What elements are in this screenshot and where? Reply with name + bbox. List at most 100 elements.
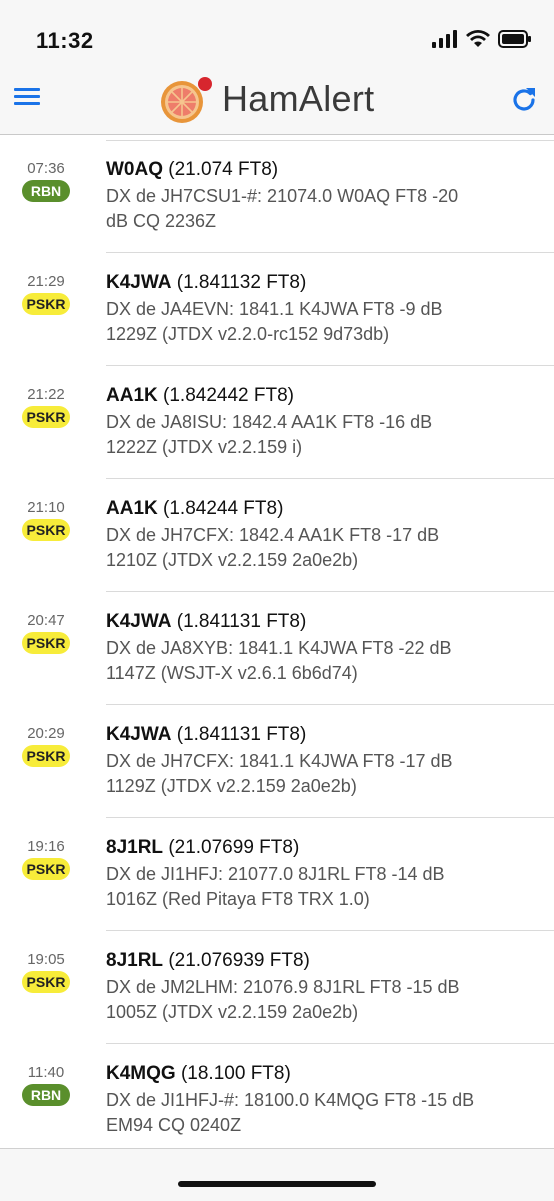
app-title: HamAlert	[222, 78, 375, 119]
spot-time: 20:29	[27, 725, 65, 742]
spot-frequency: (1.841132 FT8)	[176, 272, 307, 293]
spot-time: 19:05	[27, 951, 65, 968]
spot-frequency: (1.842442 FT8)	[163, 385, 294, 406]
spot-description-line: 1222Z (JTDX v2.2.159 i)	[106, 437, 303, 457]
spot-callsign: AA1K	[106, 498, 158, 519]
spot-frequency: (21.076939 FT8)	[168, 950, 310, 971]
source-badge: PSKR	[22, 745, 70, 767]
spot-description-line: DX de JA4EVN: 1841.1 K4JWA FT8 -9 dB	[106, 299, 443, 319]
spot-row[interactable]: 20:47 PSKR K4JWA (1.841131 FT8) DX de JA8XY…	[22, 592, 554, 705]
spot-headline: W0AQ (21.074 FT8)	[106, 158, 544, 182]
spot-callsign: AA1K	[106, 385, 158, 406]
status-icons	[432, 30, 532, 48]
spot-row[interactable]: 11:40 RBN K4MQG (18.100 FT8) DX de JI1HFJ-#…	[22, 1044, 554, 1156]
source-badge: PSKR	[22, 971, 70, 993]
cellular-signal-icon	[432, 30, 457, 48]
spot-body: K4JWA (1.841131 FT8) DX de JH7CFX: 1841.1…	[106, 723, 544, 799]
spot-list: 07:36 RBN W0AQ (21.074 FT8) DX de JH7CSU1-#…	[0, 140, 554, 1156]
spot-description-line: EM94 CQ 0240Z	[106, 1115, 242, 1135]
spot-time: 21:10	[27, 499, 65, 516]
spot-time: 07:36	[27, 160, 65, 177]
spot-headline: K4JWA (1.841131 FT8)	[106, 610, 544, 634]
spot-time: 20:47	[27, 612, 65, 629]
spot-time: 21:29	[27, 273, 65, 290]
spot-body: K4JWA (1.841131 FT8) DX de JA8XYB: 1841.1…	[106, 610, 544, 686]
spot-headline: 8J1RL (21.07699 FT8)	[106, 836, 544, 860]
spot-meta: 19:05 PSKR	[0, 951, 106, 993]
spot-row[interactable]: 07:36 RBN W0AQ (21.074 FT8) DX de JH7CSU1-#…	[22, 140, 554, 253]
nav-bar: HamAlert	[0, 66, 554, 135]
battery-icon	[498, 30, 531, 48]
spot-description-line: 1210Z (JTDX v2.2.159 2a0e2b)	[106, 550, 359, 570]
spot-description: DX de JH7CSU1-#: 21074.0 W0AQ FT8 -20 dB …	[106, 184, 544, 234]
spot-description-line: 1147Z (WSJT-X v2.6.1 6b6d74)	[106, 663, 358, 683]
wifi-icon	[466, 30, 490, 47]
spot-meta: 20:47 PSKR	[0, 612, 106, 654]
spot-description-line: dB CQ 2236Z	[106, 211, 217, 231]
spot-description-line: 1129Z (JTDX v2.2.159 2a0e2b)	[106, 776, 357, 796]
spot-description-line: DX de JH7CFX: 1841.1 K4JWA FT8 -17 dB	[106, 751, 453, 771]
spot-description-line: DX de JI1HFJ-#: 18100.0 K4MQG FT8 -15 dB	[106, 1090, 475, 1110]
spot-callsign: K4JWA	[106, 724, 172, 745]
spot-frequency: (21.074 FT8)	[168, 159, 279, 180]
spot-headline: AA1K (1.84244 FT8)	[106, 497, 544, 521]
spot-row[interactable]: 19:05 PSKR 8J1RL (21.076939 FT8) DX de JM2L…	[22, 931, 554, 1044]
source-badge: PSKR	[22, 519, 70, 541]
spot-body: AA1K (1.84244 FT8) DX de JH7CFX: 1842.4 A…	[106, 497, 544, 573]
grapefruit-logo-icon	[161, 77, 212, 123]
spot-description-line: DX de JA8ISU: 1842.4 AA1K FT8 -16 dB	[106, 412, 433, 432]
spot-row[interactable]: 20:29 PSKR K4JWA (1.841131 FT8) DX de JH7CF…	[22, 705, 554, 818]
app-logo: HamAlert	[156, 74, 374, 124]
hamburger-menu-icon[interactable]	[14, 88, 40, 112]
spot-row[interactable]: 21:29 PSKR K4JWA (1.841132 FT8) DX de JA4EV…	[22, 253, 554, 366]
home-indicator[interactable]	[178, 1181, 376, 1187]
spot-headline: K4JWA (1.841131 FT8)	[106, 723, 544, 747]
spot-description-line: DX de JM2LHM: 21076.9 8J1RL FT8 -15 dB	[106, 977, 460, 997]
spot-body: 8J1RL (21.076939 FT8) DX de JM2LHM: 21076…	[106, 949, 544, 1025]
spot-meta: 11:40 RBN	[0, 1064, 106, 1106]
spot-time: 19:16	[27, 838, 65, 855]
spot-description-line: 1229Z (JTDX v2.2.0-rc152 9d73db)	[106, 324, 390, 344]
spot-description: DX de JI1HFJ: 21077.0 8J1RL FT8 -14 dB 10…	[106, 862, 544, 912]
spot-description: DX de JM2LHM: 21076.9 8J1RL FT8 -15 dB 10…	[106, 975, 544, 1025]
spot-description: DX de JA8XYB: 1841.1 K4JWA FT8 -22 dB 114…	[106, 636, 544, 686]
spot-row[interactable]: 21:10 PSKR AA1K (1.84244 FT8) DX de JH7CFX:…	[22, 479, 554, 592]
spot-callsign: 8J1RL	[106, 950, 164, 971]
spot-description-line: DX de JH7CSU1-#: 21074.0 W0AQ FT8 -20	[106, 186, 459, 206]
spot-description: DX de JI1HFJ-#: 18100.0 K4MQG FT8 -15 dB…	[106, 1088, 544, 1138]
spot-row[interactable]: 19:16 PSKR 8J1RL (21.07699 FT8) DX de JI1HF…	[22, 818, 554, 931]
spot-description: DX de JH7CFX: 1842.4 AA1K FT8 -17 dB 1210…	[106, 523, 544, 573]
status-time: 11:32	[36, 28, 94, 53]
spot-headline: K4MQG (18.100 FT8)	[106, 1062, 544, 1086]
spot-meta: 20:29 PSKR	[0, 725, 106, 767]
spot-frequency: (1.84244 FT8)	[163, 498, 284, 519]
spot-body: K4MQG (18.100 FT8) DX de JI1HFJ-#: 18100.…	[106, 1062, 544, 1138]
spot-body: W0AQ (21.074 FT8) DX de JH7CSU1-#: 21074.…	[106, 158, 544, 234]
spot-time: 21:22	[27, 386, 65, 403]
spot-frequency: (18.100 FT8)	[180, 1063, 291, 1084]
spot-body: 8J1RL (21.07699 FT8) DX de JI1HFJ: 21077.…	[106, 836, 544, 912]
spot-description-line: DX de JH7CFX: 1842.4 AA1K FT8 -17 dB	[106, 525, 440, 545]
spot-row[interactable]: 21:22 PSKR AA1K (1.842442 FT8) DX de JA8ISU…	[22, 366, 554, 479]
status-bar: 11:32	[0, 0, 554, 66]
spot-meta: 21:10 PSKR	[0, 499, 106, 541]
spot-headline: K4JWA (1.841132 FT8)	[106, 271, 544, 295]
spot-callsign: K4MQG	[106, 1063, 176, 1084]
spot-description: DX de JH7CFX: 1841.1 K4JWA FT8 -17 dB 112…	[106, 749, 544, 799]
source-badge: PSKR	[22, 632, 70, 654]
spot-description-line: 1016Z (Red Pitaya FT8 TRX 1.0)	[106, 889, 370, 909]
spot-description-line: DX de JI1HFJ: 21077.0 8J1RL FT8 -14 dB	[106, 864, 445, 884]
spot-headline: 8J1RL (21.076939 FT8)	[106, 949, 544, 973]
spot-body: AA1K (1.842442 FT8) DX de JA8ISU: 1842.4 …	[106, 384, 544, 460]
spot-callsign: 8J1RL	[106, 837, 164, 858]
spot-meta: 21:29 PSKR	[0, 273, 106, 315]
source-badge: PSKR	[22, 858, 70, 880]
spot-frequency: (1.841131 FT8)	[176, 611, 307, 632]
refresh-icon[interactable]	[508, 84, 540, 116]
spot-description-line: 1005Z (JTDX v2.2.159 2a0e2b)	[106, 1002, 359, 1022]
spot-callsign: W0AQ	[106, 159, 163, 180]
spot-frequency: (21.07699 FT8)	[168, 837, 300, 858]
source-badge: PSKR	[22, 406, 70, 428]
spot-body: K4JWA (1.841132 FT8) DX de JA4EVN: 1841.1…	[106, 271, 544, 347]
spot-frequency: (1.841131 FT8)	[176, 724, 307, 745]
